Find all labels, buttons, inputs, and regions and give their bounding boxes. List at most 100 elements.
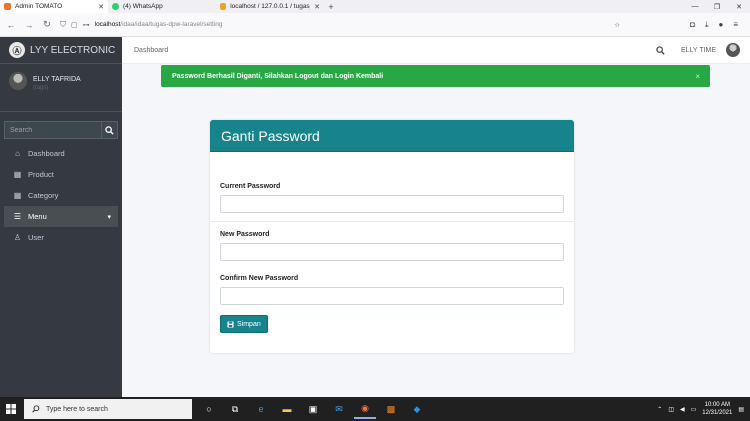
change-password-card: Ganti Password Current Password New Pass… [210,120,574,353]
grid-icon: ▦ [13,170,22,179]
sidebar-search [4,121,118,139]
back-arrow-icon[interactable]: ← [6,20,16,30]
sidebar-item-user[interactable]: ♙ User [0,227,122,248]
tab-title: localhost / 127.0.0.1 / tugas_dp [230,3,310,10]
sidebar-item-dashboard[interactable]: ⌂ Dashboard [0,143,122,164]
address-bar[interactable]: ⛉ ▢ ⊶ localhost/idaa/idaa/tugas-dpw-lara… [60,17,682,33]
downloads-icon[interactable]: ⤓ [705,20,709,30]
main-content: Password Berhasil Diganti, Silahkan Logo… [122,64,750,397]
tab-close-icon[interactable]: ✕ [98,3,104,11]
bookmark-star-icon[interactable]: ☆ [614,21,620,29]
card-title: Ganti Password [221,127,320,144]
user-icon: ♙ [13,233,22,242]
new-password-input[interactable] [220,243,564,261]
alert-close-button[interactable]: × [695,72,700,81]
current-password-label: Current Password [220,183,281,190]
user-name[interactable]: ELLY TAFRIDA [33,76,81,83]
windows-taskbar: Type here to search ○ ⧉ e ▬ ▣ ✉ ◉ ▩ ◆ ⌃ … [0,397,750,421]
firefox-icon[interactable]: ◉ [354,399,376,419]
tab-close-icon[interactable]: ✕ [314,3,320,11]
user-panel: ELLY TAFRIDA (tags) [0,64,122,112]
header-avatar[interactable] [726,43,740,57]
grid-icon: ▦ [13,191,22,200]
home-icon: ⌂ [15,149,20,158]
tray-chevron-up-icon[interactable]: ⌃ [657,406,662,413]
brand-title: LYY ELECTRONIC [30,44,116,56]
save-button[interactable]: Simpan [220,315,268,333]
browser-tab-admin[interactable]: Admin TOMATO ✕ [0,0,108,13]
cortana-icon[interactable]: ○ [198,399,220,419]
save-button-label: Simpan [237,320,261,328]
sidebar-menu: ⌂ Dashboard ▦ Product ▦ Category ☰ Menu … [0,143,122,248]
user-subtitle: (tags) [33,85,49,91]
reload-icon[interactable]: ↻ [42,19,52,30]
volume-icon[interactable]: ◀ [680,406,685,413]
sidebar-item-label: Menu [28,212,47,221]
file-explorer-icon[interactable]: ▬ [276,399,298,419]
floppy-disk-icon [227,320,234,328]
avatar [9,72,27,90]
tomato-favicon-icon [4,3,11,10]
card-header: Ganti Password [210,120,574,152]
account-icon[interactable]: ● [718,20,723,30]
page-icon[interactable]: ▢ [71,21,78,29]
current-password-input[interactable] [220,195,564,213]
brand-logo-icon: Ⓐ [9,42,25,58]
new-tab-button[interactable]: + [324,0,338,13]
app-sidebar: Ⓐ LYY ELECTRONIC ELLY TAFRIDA (tags) ⌂ D… [0,37,122,397]
sidebar-search-button[interactable] [101,122,117,138]
browser-toolbar: ← → ↻ ⛉ ▢ ⊶ localhost/idaa/idaa/tugas-dp… [0,13,750,37]
sidebar-item-product[interactable]: ▦ Product [0,164,122,185]
minimize-button[interactable]: — [684,0,706,13]
sidebar-item-label: Dashboard [28,149,65,158]
confirm-password-input[interactable] [220,287,564,305]
sidebar-search-input[interactable] [5,122,101,138]
sidebar-item-category[interactable]: ▦ Category [0,185,122,206]
clock-time: 10:00 AM [704,402,730,408]
url-host: localhost [94,21,121,28]
browser-tab-phpmyadmin[interactable]: localhost / 127.0.0.1 / tugas_dp ✕ [216,0,324,13]
sidebar-item-label: Category [28,191,59,200]
search-icon [105,125,114,135]
brand-link[interactable]: Ⓐ LYY ELECTRONIC [0,37,122,64]
menu-hamburger-icon[interactable]: ≡ [733,20,738,30]
pocket-icon[interactable]: ◘ [690,20,695,30]
taskbar-apps: ○ ⧉ e ▬ ▣ ✉ ◉ ▩ ◆ [198,399,428,419]
divider [210,221,574,222]
windows-logo-icon [6,404,16,414]
xampp-icon[interactable]: ▩ [380,399,402,419]
taskbar-search-placeholder: Type here to search [46,405,108,413]
header-user-name[interactable]: ELLY TIME [681,47,716,54]
search-icon [32,405,40,413]
network-icon[interactable]: ◫ [668,406,674,413]
confirm-password-label: Confirm New Password [220,275,299,282]
breadcrumb[interactable]: Dashboard [134,47,168,54]
permissions-icon[interactable]: ⊶ [83,21,90,29]
maximize-button[interactable]: ❐ [706,0,728,13]
alert-message: Password Berhasil Diganti, Silahkan Logo… [172,72,384,80]
windows-start-button[interactable] [0,404,22,414]
system-tray: ⌃ ◫ ◀ ▭ 10:00 AM 12/31/2021 ▤ [657,401,744,417]
taskbar-search-box[interactable]: Type here to search [24,399,192,419]
taskbar-clock[interactable]: 10:00 AM 12/31/2021 [702,401,732,417]
sidebar-item-menu[interactable]: ☰ Menu ▾ [4,206,118,227]
success-alert: Password Berhasil Diganti, Silahkan Logo… [161,65,710,87]
vscode-icon[interactable]: ◆ [406,399,428,419]
list-icon: ☰ [13,212,22,221]
phpmyadmin-favicon-icon [220,3,227,10]
edge-icon[interactable]: e [250,399,272,419]
confirm-password-group: Confirm New Password [220,275,564,305]
mail-icon[interactable]: ✉ [328,399,350,419]
clock-date: 12/31/2021 [702,410,733,416]
battery-icon[interactable]: ▭ [691,406,697,413]
shield-icon[interactable]: ⛉ [60,20,66,30]
new-password-label: New Password [220,231,270,238]
search-icon[interactable] [656,45,665,55]
task-view-icon[interactable]: ⧉ [224,399,246,419]
notifications-icon[interactable]: ▤ [738,406,744,413]
browser-tab-whatsapp[interactable]: (4) WhatsApp [108,0,216,13]
tab-title: Admin TOMATO [15,3,63,10]
forward-arrow-icon[interactable]: → [24,20,34,30]
store-icon[interactable]: ▣ [302,399,324,419]
close-window-button[interactable]: ✕ [728,0,750,13]
